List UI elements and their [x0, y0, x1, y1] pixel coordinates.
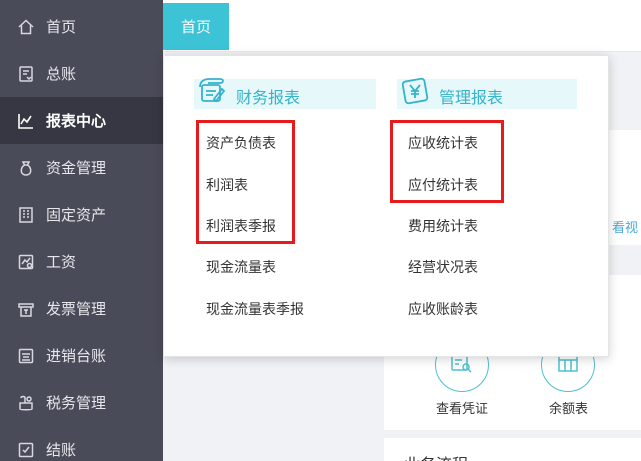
sidebar-item-salary[interactable]: 工资: [0, 238, 163, 285]
checkout-icon: [17, 441, 35, 459]
top-bar: [163, 0, 641, 52]
sidebar-item-label: 报表中心: [46, 112, 107, 130]
menu-item-income-statement[interactable]: 利润表: [206, 175, 248, 195]
tax-icon: [17, 394, 35, 412]
menu-item-expenses[interactable]: 费用统计表: [408, 216, 478, 236]
menu-item-operations[interactable]: 经营状况表: [408, 257, 478, 277]
sidebar-item-label: 首页: [46, 18, 77, 36]
menu-item-income-quarterly[interactable]: 利润表季报: [206, 216, 276, 236]
sidebar-item-label: 发票管理: [46, 300, 107, 318]
home-icon: [17, 18, 35, 36]
ledger-icon: [17, 65, 35, 83]
menu-item-balance-sheet[interactable]: 资产负债表: [206, 133, 276, 153]
management-reports-title: 管理报表: [439, 88, 504, 107]
menu-item-aging[interactable]: 应收账龄表: [408, 299, 478, 319]
tab-home[interactable]: 首页: [163, 3, 229, 50]
sidebar-item-label: 税务管理: [46, 394, 107, 412]
view-voucher-label: 查看凭证: [436, 402, 489, 417]
financial-reports-title: 财务报表: [236, 88, 301, 107]
invoice-icon: [17, 300, 35, 318]
sidebar-item-label: 总账: [46, 65, 77, 83]
watch-video-link[interactable]: 看视: [612, 217, 638, 236]
sidebar-item-label: 资金管理: [46, 159, 107, 177]
menu-item-cash-flow-quarterly[interactable]: 现金流量表季报: [206, 299, 304, 319]
management-report-icon: [397, 73, 433, 109]
menu-item-cash-flow[interactable]: 现金流量表: [206, 257, 276, 277]
sidebar: 首页 总账 报表中心 资金管理 固定资产 工资 发票管理 进销台账 税务管理 结…: [0, 0, 163, 461]
menu-item-receivables[interactable]: 应收统计表: [408, 133, 478, 153]
sidebar-item-invoices[interactable]: 发票管理: [0, 285, 163, 332]
reports-dropdown-menu: 财务报表 资产负债表 利润表 利润表季报 现金流量表 现金流量表季报 管理报表 …: [163, 55, 609, 357]
sidebar-item-inventory[interactable]: 进销台账: [0, 332, 163, 379]
background-card-process: 业务流程: [384, 438, 641, 461]
sidebar-item-checkout[interactable]: 结账: [0, 426, 163, 461]
management-reports-header: 管理报表: [397, 77, 577, 109]
salary-icon: [17, 253, 35, 271]
money-bag-icon: [17, 159, 35, 177]
sidebar-item-funds[interactable]: 资金管理: [0, 144, 163, 191]
sidebar-item-label: 固定资产: [46, 206, 107, 224]
sidebar-item-home[interactable]: 首页: [0, 3, 163, 50]
sidebar-item-fixed-assets[interactable]: 固定资产: [0, 191, 163, 238]
chart-icon: [17, 112, 35, 130]
inventory-icon: [17, 347, 35, 365]
building-icon: [17, 206, 35, 224]
sidebar-item-tax[interactable]: 税务管理: [0, 379, 163, 426]
sidebar-item-label: 工资: [46, 253, 77, 271]
menu-item-payables[interactable]: 应付统计表: [408, 175, 478, 195]
financial-report-icon: [194, 73, 230, 109]
sidebar-item-label: 结账: [46, 441, 77, 459]
sidebar-item-label: 进销台账: [46, 347, 107, 365]
sidebar-item-reports[interactable]: 报表中心: [0, 97, 163, 144]
financial-reports-header: 财务报表: [194, 78, 376, 109]
section-title: 业务流程: [404, 451, 468, 461]
sidebar-item-ledger[interactable]: 总账: [0, 50, 163, 97]
balance-sheet-label: 余额表: [549, 402, 589, 417]
